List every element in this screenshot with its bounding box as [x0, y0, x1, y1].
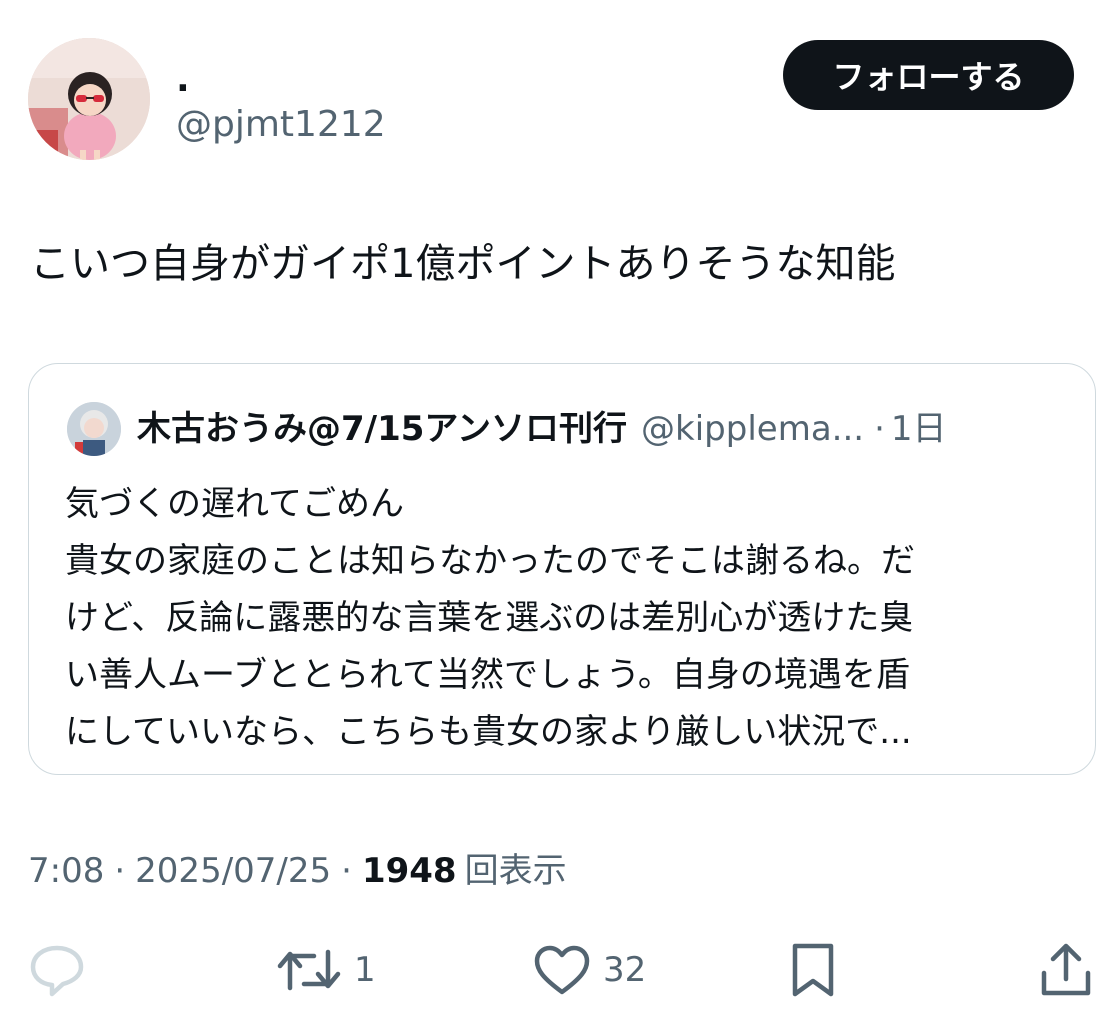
retweet-button[interactable]: 1 [276, 940, 376, 1000]
tweet-meta: 7:08 · 2025/07/25 · 1948 回表示 [28, 846, 567, 896]
tweet-text: こいつ自身がガイポ1億ポイントありそうな知能 [30, 241, 896, 287]
view-count[interactable]: 1948 [362, 846, 457, 896]
share-icon [1038, 941, 1094, 999]
quoted-text-line: にしていいなら、こちらも貴女の家より厳しい状況で... [65, 712, 912, 752]
separator-dot: · [341, 851, 352, 891]
separator-dot: · [874, 409, 885, 449]
heart-icon [533, 944, 591, 996]
tweet-detail: . @pjmt1212 フォローする こいつ自身がガイポ1億ポイントありそうな知… [0, 0, 1119, 1013]
quoted-tweet-time: 1日 [890, 409, 947, 449]
like-button[interactable]: 32 [533, 940, 646, 1000]
bookmark-button[interactable] [790, 940, 836, 1000]
follow-button[interactable]: フォローする [783, 40, 1074, 110]
view-count-label: 回表示 [464, 851, 567, 891]
tweet-time[interactable]: 7:08 [28, 846, 104, 896]
reply-button[interactable] [28, 940, 86, 1000]
author-avatar[interactable] [28, 38, 150, 160]
retweet-icon [276, 944, 342, 996]
author-display-name[interactable]: . [176, 58, 190, 102]
quoted-author-handle: @kipplema... [641, 409, 865, 449]
separator-dot: · [114, 851, 126, 891]
quoted-author-name: 木古おうみ@7/15アンソロ刊行 [137, 409, 628, 449]
quoted-tweet-card[interactable]: 木古おうみ@7/15アンソロ刊行 @kipplema... · 1日 気づくの遅… [28, 363, 1096, 775]
quoted-text-line: 気づくの遅れてごめん [65, 484, 404, 524]
bookmark-icon [790, 941, 836, 999]
quoted-text-line: 貴女の家庭のことは知らなかったのでそこは謝るね。だ [65, 541, 915, 581]
like-count: 32 [603, 950, 647, 990]
quoted-text-line: い善人ムーブととられて当然でしょう。自身の境遇を盾 [65, 655, 910, 695]
author-handle[interactable]: @pjmt1212 [176, 102, 386, 148]
reply-icon [28, 942, 86, 998]
retweet-count: 1 [354, 950, 376, 990]
quoted-tweet-text: 気づくの遅れてごめん 貴女の家庭のことは知らなかったのでそこは謝るね。だ けど、… [65, 476, 1065, 761]
quoted-author-avatar [67, 402, 121, 456]
tweet-date[interactable]: 2025/07/25 [135, 846, 331, 896]
quoted-tweet-header: 木古おうみ@7/15アンソロ刊行 @kipplema... · 1日 [137, 404, 947, 454]
share-button[interactable] [1038, 940, 1094, 1000]
quoted-text-line: けど、反論に露悪的な言葉を選ぶのは差別心が透けた臭 [65, 598, 914, 638]
